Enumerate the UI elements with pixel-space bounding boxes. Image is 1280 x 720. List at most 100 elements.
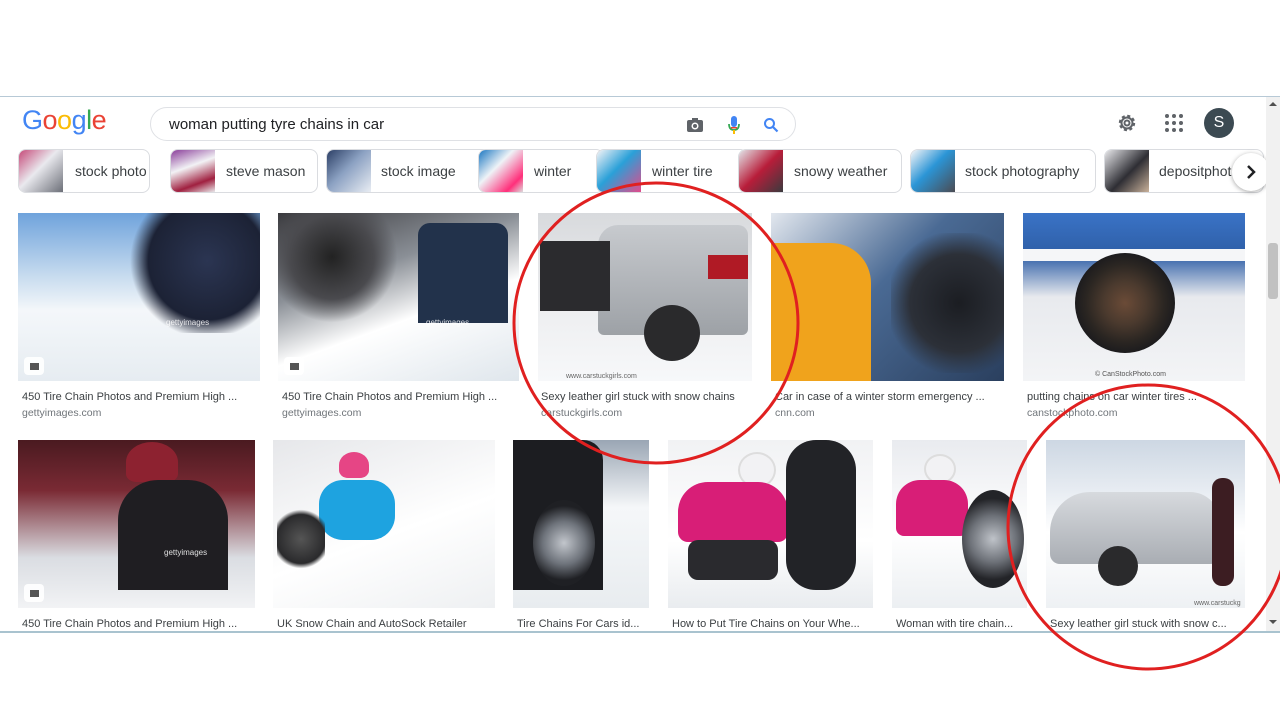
chip-label: snowy weather — [794, 163, 888, 179]
result-image[interactable]: © CanStockPhoto.com — [1023, 213, 1245, 381]
chip-thumbnail — [739, 150, 783, 192]
result-image[interactable] — [513, 440, 649, 608]
chip-steve-mason[interactable]: steve mason — [170, 149, 318, 193]
blue-jacket-shape — [319, 480, 395, 540]
logo-letter: e — [91, 105, 107, 135]
chip-thumbnail — [327, 150, 371, 192]
result-source[interactable]: cnn.com — [775, 407, 815, 419]
result-caption[interactable]: Tire Chains For Cars id... — [517, 618, 651, 630]
avatar-letter: S — [1213, 114, 1225, 131]
result-caption[interactable]: 450 Tire Chain Photos and Premium High .… — [282, 391, 517, 403]
result-image[interactable] — [668, 440, 873, 608]
tire-shape — [278, 213, 398, 323]
logo-letter: o — [57, 105, 72, 135]
image-watermark: gettyimages — [426, 318, 470, 327]
bus-wheel-shape — [1075, 253, 1175, 353]
google-logo[interactable]: Google — [22, 105, 107, 136]
person-shape — [1212, 478, 1234, 586]
tail-light-shape — [708, 255, 748, 279]
result-caption[interactable]: putting chains on car winter tires ... — [1027, 391, 1245, 403]
chip-thumbnail — [19, 150, 63, 192]
hat-shape — [126, 442, 178, 482]
result-source[interactable]: gettyimages.com — [282, 407, 361, 419]
result-caption[interactable]: UK Snow Chain and AutoSock Retailer — [277, 618, 493, 630]
logo-letter: G — [22, 105, 43, 135]
wheel-shape — [962, 490, 1024, 588]
wheel-shape — [277, 506, 325, 572]
chip-label: stock image — [381, 163, 456, 179]
search-box[interactable]: woman putting tyre chains in car — [150, 107, 796, 141]
chip-thumbnail — [171, 150, 215, 192]
result-source[interactable]: gettyimages.com — [22, 407, 101, 419]
chip-thumbnail — [479, 150, 523, 192]
image-badge-icon — [24, 584, 44, 602]
chip-thumbnail — [597, 150, 641, 192]
result-image[interactable]: gettyimages — [18, 213, 260, 381]
image-watermark: www.carstuckgirls.com — [566, 373, 637, 380]
result-image[interactable] — [273, 440, 495, 608]
tire-shape — [786, 440, 856, 590]
result-image[interactable]: www.carstuckgirls.com — [538, 213, 752, 381]
hat-shape — [339, 452, 369, 478]
chip-stock-image[interactable]: stock image — [326, 149, 490, 193]
result-image[interactable]: gettyimages — [278, 213, 519, 381]
chip-snowy-weather[interactable]: snowy weather — [738, 149, 902, 193]
result-image[interactable]: gettyimages — [18, 440, 255, 608]
image-watermark: gettyimages — [166, 318, 210, 327]
logo-letter: g — [71, 105, 87, 135]
result-caption[interactable]: 450 Tire Chain Photos and Premium High .… — [22, 618, 254, 630]
image-watermark: www.carstuckg — [1194, 600, 1241, 607]
search-icon[interactable] — [760, 114, 782, 136]
gear-icon[interactable] — [1115, 111, 1139, 135]
image-badge-icon — [284, 357, 304, 375]
chip-label: steve mason — [226, 163, 306, 179]
wheel-shape — [644, 305, 700, 361]
result-image[interactable]: www.carstuckg — [1046, 440, 1245, 608]
camera-icon[interactable] — [684, 114, 706, 136]
chip-label: stock photo — [75, 163, 147, 179]
result-caption[interactable]: Woman with tire chain... — [896, 618, 1024, 630]
result-caption[interactable]: How to Put Tire Chains on Your Whe... — [672, 618, 872, 630]
result-caption[interactable]: Sexy leather girl stuck with snow chains — [541, 391, 753, 403]
logo-letter: o — [42, 105, 58, 135]
car-wheel-shape — [128, 213, 260, 333]
pink-jacket-shape — [678, 482, 788, 542]
scrollbar-thumb[interactable] — [1268, 243, 1278, 299]
car-door-shape — [540, 241, 610, 311]
chip-stock-photo[interactable]: stock photo — [18, 149, 150, 193]
chip-label: stock photography — [965, 163, 1080, 179]
apps-grid-icon[interactable] — [1164, 113, 1184, 133]
chip-winter-tire[interactable]: winter tire — [596, 149, 748, 193]
mic-icon[interactable] — [723, 114, 745, 136]
scroll-down-arrow-icon[interactable] — [1266, 617, 1280, 627]
search-input[interactable]: woman putting tyre chains in car — [169, 116, 384, 133]
wheel-shape — [533, 500, 595, 586]
chip-thumbnail — [911, 150, 955, 192]
image-badge-icon — [24, 357, 44, 375]
related-search-chips: stock photo steve mason stock image wint… — [18, 149, 1280, 195]
chip-winter[interactable]: winter — [478, 149, 604, 193]
yellow-jacket-shape — [771, 243, 871, 381]
scroll-up-arrow-icon[interactable] — [1266, 99, 1280, 109]
chevron-right-icon — [1247, 165, 1256, 179]
person-shape — [418, 223, 508, 323]
result-source[interactable]: carstuckgirls.com — [541, 407, 622, 419]
chips-next-button[interactable] — [1232, 153, 1270, 191]
result-source[interactable]: canstockphoto.com — [1027, 407, 1117, 419]
image-watermark: gettyimages — [164, 548, 208, 557]
page-scrollbar[interactable] — [1266, 97, 1280, 631]
wheel-shape — [1098, 546, 1138, 586]
tire-shape — [891, 233, 1004, 373]
result-caption[interactable]: Sexy leather girl stuck with snow c... — [1050, 618, 1238, 630]
chip-stock-photography[interactable]: stock photography — [910, 149, 1096, 193]
chip-label: winter — [534, 163, 572, 179]
chip-label: winter tire — [652, 163, 713, 179]
chip-thumbnail — [1105, 150, 1149, 192]
result-image[interactable] — [892, 440, 1027, 608]
chip-label: depositphot — [1159, 163, 1232, 179]
pink-jacket-shape — [896, 480, 968, 536]
result-caption[interactable]: Car in case of a winter storm emergency … — [775, 391, 1000, 403]
result-caption[interactable]: 450 Tire Chain Photos and Premium High .… — [22, 391, 258, 403]
avatar[interactable]: S — [1204, 108, 1234, 138]
result-image[interactable] — [771, 213, 1004, 381]
